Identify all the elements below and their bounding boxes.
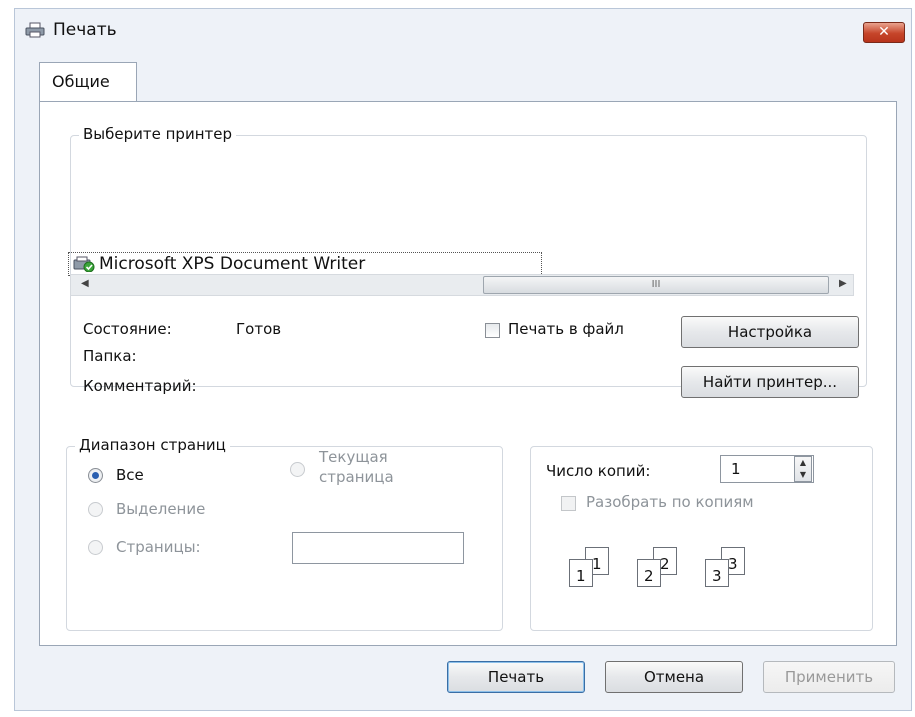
scroll-right-icon[interactable]: ▶ <box>839 278 847 289</box>
range-pages-label[interactable]: Страницы: <box>116 538 201 556</box>
settings-button[interactable]: Настройка <box>681 316 859 348</box>
collate-page-front: 2 <box>637 559 661 587</box>
scroll-thumb-grip: III <box>651 279 661 290</box>
range-current-label-2[interactable]: страница <box>319 468 394 486</box>
spin-up-icon[interactable]: ▲ <box>795 457 811 469</box>
tab-general-label: Общие <box>52 72 110 91</box>
print-to-file-checkbox[interactable] <box>485 323 500 338</box>
print-button[interactable]: Печать <box>447 661 585 693</box>
range-current-radio[interactable] <box>290 462 305 477</box>
xps-printer-icon <box>73 256 95 272</box>
printer-name: Microsoft XPS Document Writer <box>99 254 366 274</box>
range-pages-radio[interactable] <box>88 540 103 555</box>
status-label: Состояние: <box>83 320 172 338</box>
collate-page-front: 3 <box>705 559 729 587</box>
printer-list-scrollbar[interactable]: ◀ III ▶ <box>70 274 854 296</box>
range-all-radio[interactable] <box>88 468 103 483</box>
apply-button-label: Применить <box>784 668 874 686</box>
find-printer-button-label: Найти принтер... <box>702 373 838 391</box>
page-range-legend: Диапазон страниц <box>75 436 230 454</box>
close-button[interactable]: ✕ <box>863 22 905 43</box>
settings-button-label: Настройка <box>727 323 813 341</box>
range-selection-label[interactable]: Выделение <box>116 500 205 518</box>
collate-checkbox[interactable] <box>561 496 576 511</box>
pages-input[interactable] <box>292 532 464 564</box>
status-value: Готов <box>236 320 282 338</box>
apply-button[interactable]: Применить <box>763 661 895 693</box>
title-bar: Печать ✕ <box>15 9 911 47</box>
select-printer-legend: Выберите принтер <box>79 125 236 143</box>
cancel-button[interactable]: Отмена <box>605 661 743 693</box>
copies-spinner[interactable]: ▲ ▼ <box>794 456 812 482</box>
range-selection-radio[interactable] <box>88 502 103 517</box>
scroll-thumb[interactable]: III <box>483 276 829 294</box>
copies-label: Число копий: <box>546 462 651 480</box>
printer-item-xps[interactable]: Microsoft XPS Document Writer <box>68 252 542 276</box>
general-panel: Выберите принтер Microsoft XPS Document … <box>39 101 897 646</box>
copies-value: 1 <box>731 460 741 478</box>
tab-general[interactable]: Общие <box>39 62 137 102</box>
spin-down-icon[interactable]: ▼ <box>795 469 811 481</box>
folder-label: Папка: <box>83 347 137 365</box>
collate-label[interactable]: Разобрать по копиям <box>586 493 754 511</box>
comment-label: Комментарий: <box>83 377 197 395</box>
cancel-button-label: Отмена <box>643 668 705 686</box>
range-current-label-1[interactable]: Текущая <box>319 448 388 466</box>
print-to-file-label[interactable]: Печать в файл <box>508 320 624 338</box>
print-dialog: Печать ✕ Общие Выберите принтер Microsof… <box>14 8 912 711</box>
scroll-left-icon[interactable]: ◀ <box>81 278 89 289</box>
close-icon: ✕ <box>878 24 890 40</box>
find-printer-button[interactable]: Найти принтер... <box>681 366 859 398</box>
collate-illustration: 1 1 2 2 3 3 <box>555 547 785 607</box>
window-title: Печать <box>53 20 117 40</box>
print-button-label: Печать <box>487 668 545 686</box>
printer-icon <box>25 22 45 38</box>
collate-page-front: 1 <box>569 559 593 587</box>
range-all-label[interactable]: Все <box>116 466 144 484</box>
